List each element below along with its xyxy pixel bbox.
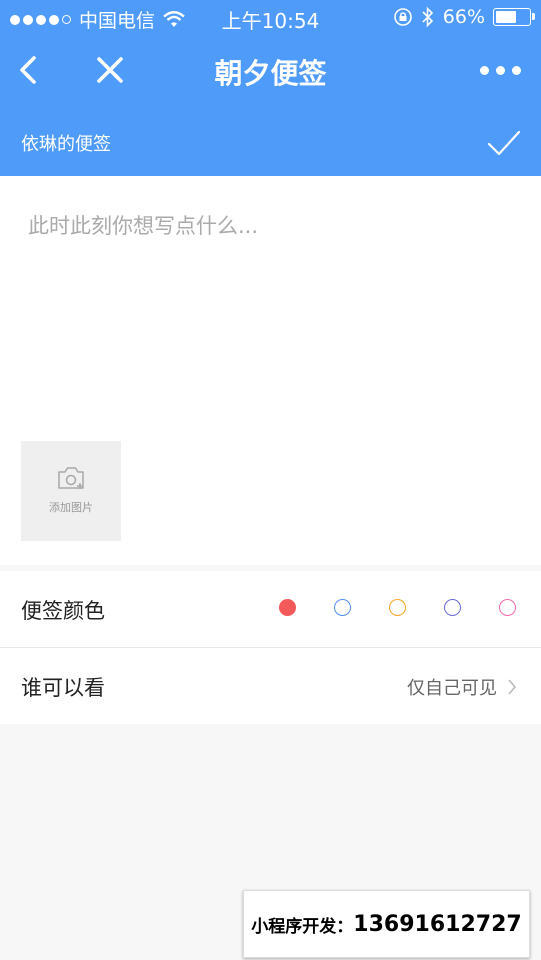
color-swatch-blue[interactable] xyxy=(334,599,351,616)
back-arrow-icon[interactable] xyxy=(10,50,46,90)
camera-icon xyxy=(58,467,84,489)
nav-bar: 朝夕便签 xyxy=(0,36,541,106)
battery-percent: 66% xyxy=(442,6,485,28)
status-bar: 中国电信 上午10:54 66% xyxy=(0,0,541,36)
confirm-check-icon[interactable] xyxy=(487,126,521,160)
color-swatch-indigo[interactable] xyxy=(444,599,461,616)
color-picker xyxy=(279,599,516,616)
note-color-row: 便签颜色 xyxy=(0,571,541,648)
visibility-value: 仅自己可见 xyxy=(407,678,497,699)
page-title: 朝夕便签 xyxy=(214,57,327,90)
visibility-label: 谁可以看 xyxy=(21,676,105,700)
more-options-icon[interactable] xyxy=(480,58,521,82)
color-swatch-pink[interactable] xyxy=(499,599,516,616)
note-header: 依琳的便签 xyxy=(0,106,541,176)
bluetooth-icon xyxy=(422,6,433,28)
banner-phone: 13691612727 xyxy=(353,911,522,937)
add-photo-button[interactable]: 添加图片 xyxy=(21,441,121,541)
note-color-label: 便签颜色 xyxy=(21,599,105,623)
rotation-lock-icon xyxy=(393,8,412,26)
add-photo-label: 添加图片 xyxy=(49,501,93,514)
developer-contact-banner: 小程序开发： 13691612727 xyxy=(243,890,530,958)
visibility-row[interactable]: 谁可以看 仅自己可见 xyxy=(0,648,541,724)
color-swatch-orange[interactable] xyxy=(389,599,406,616)
color-swatch-red[interactable] xyxy=(279,599,296,616)
banner-prefix: 小程序开发： xyxy=(251,916,354,937)
note-editor[interactable]: 此时此刻你想写点什么... 添加图片 xyxy=(0,176,541,565)
note-owner-title: 依琳的便签 xyxy=(21,134,111,155)
note-input-placeholder[interactable]: 此时此刻你想写点什么... xyxy=(28,210,258,240)
close-icon[interactable] xyxy=(92,52,128,88)
chevron-right-icon xyxy=(508,679,517,695)
battery-icon xyxy=(493,8,535,26)
